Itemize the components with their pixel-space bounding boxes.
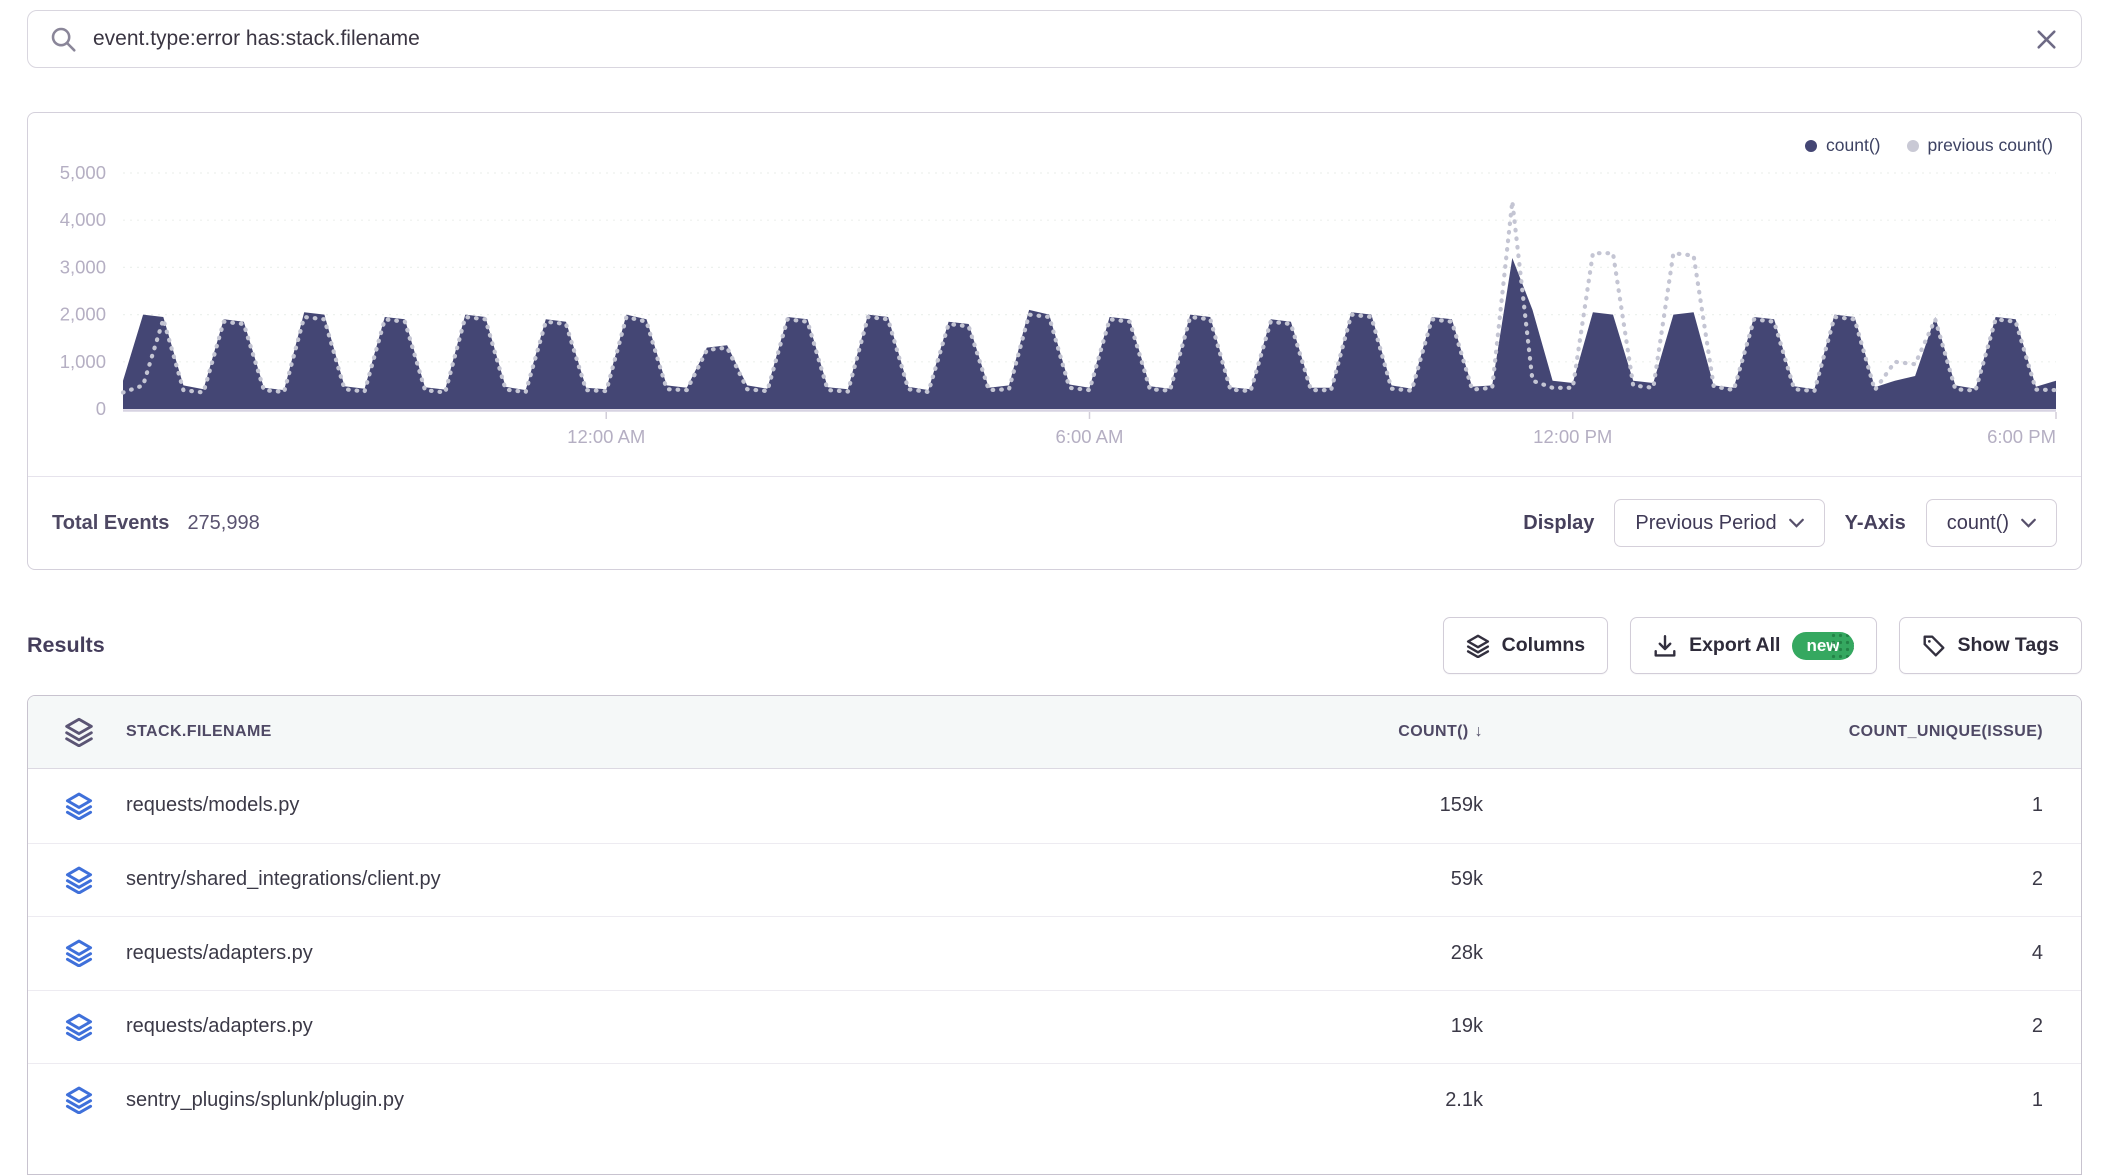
count-cell: 28k xyxy=(1163,942,1483,965)
table-row[interactable]: requests/adapters.py 19k 2 xyxy=(28,990,2081,1064)
svg-text:6:00 PM: 6:00 PM xyxy=(1987,426,2056,447)
count-header-label: COUNT() xyxy=(1398,723,1468,740)
y-axis-label: Y-Axis xyxy=(1845,512,1906,535)
svg-text:4,000: 4,000 xyxy=(60,209,106,230)
results-table: STACK.FILENAME COUNT() ↓ COUNT_UNIQUE(ISS… xyxy=(27,695,2082,1175)
download-icon xyxy=(1653,634,1677,658)
y-axis-dropdown-value: count() xyxy=(1947,512,2009,535)
sort-desc-arrow-icon: ↓ xyxy=(1475,723,1483,740)
tag-icon xyxy=(1922,634,1946,658)
table-row[interactable]: sentry/shared_integrations/client.py 59k… xyxy=(28,843,2081,917)
chart-legend: count() previous count() xyxy=(1805,135,2053,156)
total-events-value: 275,998 xyxy=(187,512,259,535)
svg-text:12:00 PM: 12:00 PM xyxy=(1533,426,1612,447)
svg-text:3,000: 3,000 xyxy=(60,256,106,277)
layers-icon[interactable] xyxy=(44,792,114,820)
layers-icon[interactable] xyxy=(44,717,114,747)
svg-text:5,000: 5,000 xyxy=(60,162,106,183)
table-row[interactable]: requests/models.py 159k 1 xyxy=(28,769,2081,843)
count-unique-cell: 2 xyxy=(1483,1015,2043,1038)
count-unique-cell: 4 xyxy=(1483,942,2043,965)
layers-icon[interactable] xyxy=(44,1013,114,1041)
events-area-chart: 0 1,000 2,000 3,000 4,000 5,000 12:00 AM 6:00 A… xyxy=(28,113,2080,458)
stack-filename-cell: sentry_plugins/splunk/plugin.py xyxy=(114,1089,1163,1112)
export-all-button-label: Export All xyxy=(1689,634,1780,657)
legend-label: count() xyxy=(1826,135,1880,156)
columns-button-label: Columns xyxy=(1502,634,1585,657)
count-unique-cell: 1 xyxy=(1483,794,2043,817)
export-all-button[interactable]: Export All new xyxy=(1630,617,1876,674)
chevron-down-icon xyxy=(1789,518,1804,528)
search-input[interactable]: event.type:error has:stack.filename xyxy=(93,27,2018,51)
legend-item-previous-count[interactable]: previous count() xyxy=(1907,135,2053,156)
new-badge: new xyxy=(1792,632,1853,660)
display-dropdown-value: Previous Period xyxy=(1635,512,1776,535)
stack-filename-cell: requests/adapters.py xyxy=(114,1015,1163,1038)
layers-icon xyxy=(1466,634,1490,658)
search-icon xyxy=(50,26,77,53)
table-row[interactable]: requests/adapters.py 28k 4 xyxy=(28,916,2081,990)
search-bar[interactable]: event.type:error has:stack.filename xyxy=(27,10,2082,68)
chart-footer: Total Events 275,998 Display Previous Pe… xyxy=(28,476,2081,569)
svg-text:2,000: 2,000 xyxy=(60,304,106,325)
count-cell: 59k xyxy=(1163,868,1483,891)
table-header-row: STACK.FILENAME COUNT() ↓ COUNT_UNIQUE(ISS… xyxy=(28,696,2081,769)
legend-item-count[interactable]: count() xyxy=(1805,135,1880,156)
stack-filename-cell: requests/models.py xyxy=(114,794,1163,817)
svg-text:0: 0 xyxy=(96,398,106,419)
display-label: Display xyxy=(1523,512,1594,535)
chevron-down-icon xyxy=(2021,518,2036,528)
show-tags-button-label: Show Tags xyxy=(1958,634,2059,657)
legend-label: previous count() xyxy=(1928,135,2053,156)
results-header-row: Results Columns Export All new xyxy=(27,617,2082,674)
clear-search-icon[interactable] xyxy=(2034,27,2059,52)
results-heading: Results xyxy=(27,633,105,658)
layers-icon[interactable] xyxy=(44,1086,114,1114)
svg-text:1,000: 1,000 xyxy=(60,351,106,372)
y-axis-dropdown[interactable]: count() xyxy=(1926,499,2057,547)
column-header-stack-filename[interactable]: STACK.FILENAME xyxy=(114,723,1163,741)
count-cell: 19k xyxy=(1163,1015,1483,1038)
total-events-label: Total Events xyxy=(52,512,169,535)
table-body: requests/models.py 159k 1 sentry/shared_… xyxy=(28,769,2081,1137)
svg-text:12:00 AM: 12:00 AM xyxy=(567,426,645,447)
count-cell: 2.1k xyxy=(1163,1089,1483,1112)
column-header-count[interactable]: COUNT() ↓ xyxy=(1163,723,1483,741)
stack-filename-cell: requests/adapters.py xyxy=(114,942,1163,965)
layers-icon[interactable] xyxy=(44,939,114,967)
events-chart-panel: count() previous count() 0 1,000 2,000 3,00… xyxy=(27,112,2082,570)
count-legend-dot xyxy=(1805,140,1817,152)
display-dropdown[interactable]: Previous Period xyxy=(1614,499,1824,547)
count-unique-cell: 2 xyxy=(1483,868,2043,891)
layers-icon[interactable] xyxy=(44,866,114,894)
count-unique-cell: 1 xyxy=(1483,1089,2043,1112)
column-header-count-unique-issue[interactable]: COUNT_UNIQUE(ISSUE) xyxy=(1483,723,2043,741)
svg-text:6:00 AM: 6:00 AM xyxy=(1056,426,1124,447)
table-row[interactable]: sentry_plugins/splunk/plugin.py 2.1k 1 xyxy=(28,1063,2081,1137)
stack-filename-cell: sentry/shared_integrations/client.py xyxy=(114,868,1163,891)
previous-count-legend-dot xyxy=(1907,140,1919,152)
count-cell: 159k xyxy=(1163,794,1483,817)
show-tags-button[interactable]: Show Tags xyxy=(1899,617,2082,674)
columns-button[interactable]: Columns xyxy=(1443,617,1608,674)
